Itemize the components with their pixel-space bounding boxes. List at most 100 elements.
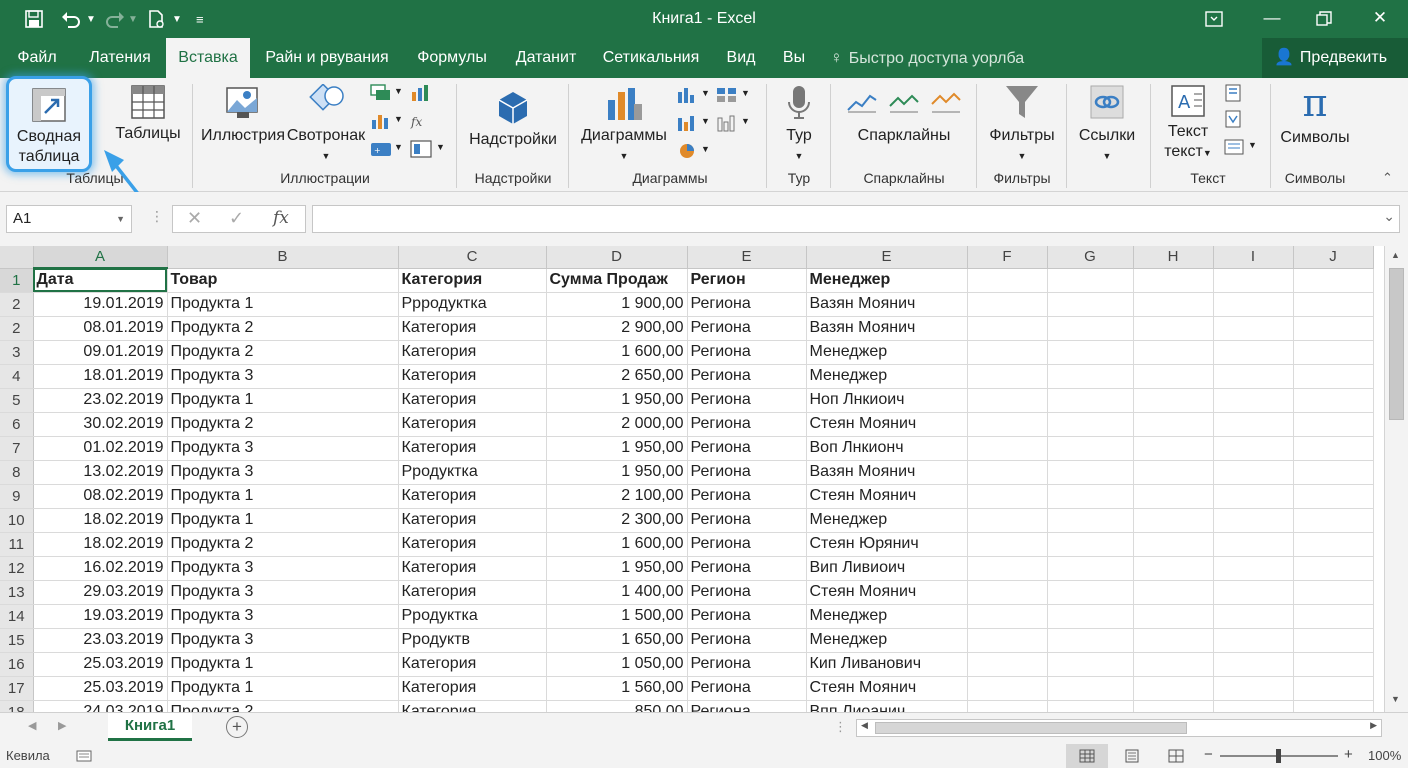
cell[interactable] <box>1213 460 1294 485</box>
cell[interactable] <box>1293 412 1374 437</box>
cell[interactable] <box>967 652 1048 677</box>
cell[interactable]: 2 000,00 <box>546 412 688 437</box>
cell[interactable] <box>1133 268 1214 293</box>
row-header[interactable]: 6 <box>0 412 34 437</box>
save-icon[interactable] <box>24 0 44 38</box>
cell[interactable] <box>1133 676 1214 701</box>
sparkline-winloss-icon[interactable] <box>930 92 962 114</box>
cell[interactable]: Региона <box>687 364 807 389</box>
cell[interactable] <box>1213 556 1294 581</box>
cell[interactable]: Категория <box>398 532 547 557</box>
row-header[interactable]: 10 <box>0 508 34 533</box>
chart-small-dropdown-icon[interactable]: ▼ <box>394 114 403 124</box>
cell[interactable]: Категория <box>398 412 547 437</box>
cell[interactable] <box>1047 580 1134 605</box>
cell[interactable] <box>1133 316 1214 341</box>
formula-input[interactable]: ⌄ <box>312 205 1400 233</box>
sparkline-line-icon[interactable] <box>846 92 878 114</box>
column-header[interactable]: E <box>687 246 807 269</box>
cell[interactable] <box>1047 556 1134 581</box>
cell[interactable]: Категория <box>398 556 547 581</box>
cell[interactable]: Стеян Юрянич <box>806 532 968 557</box>
cell[interactable]: 19.01.2019 <box>33 292 168 317</box>
cell[interactable]: Региона <box>687 436 807 461</box>
tab-extra[interactable]: Вы <box>776 38 812 78</box>
cell[interactable]: 18.01.2019 <box>33 364 168 389</box>
cell[interactable]: Региона <box>687 412 807 437</box>
cell[interactable]: 1 400,00 <box>546 580 688 605</box>
cell[interactable] <box>1293 652 1374 677</box>
cell[interactable]: Продукта 3 <box>167 436 399 461</box>
zoom-in-button[interactable]: + <box>1344 746 1353 763</box>
vertical-scrollbar[interactable]: ▲ ▼ <box>1384 246 1408 712</box>
restore-icon[interactable] <box>1296 0 1352 38</box>
object-dropdown-icon[interactable]: ▼ <box>1248 140 1257 150</box>
redo-icon[interactable] <box>104 0 126 38</box>
cell[interactable]: 18.02.2019 <box>33 508 168 533</box>
scroll-right-icon[interactable]: ▶ <box>1370 720 1377 731</box>
cell[interactable]: Дата <box>33 268 168 293</box>
cell[interactable]: 1 050,00 <box>546 652 688 677</box>
cell[interactable]: Региона <box>687 676 807 701</box>
cell[interactable] <box>1047 340 1134 365</box>
cell[interactable]: 1 900,00 <box>546 292 688 317</box>
scroll-left-icon[interactable]: ◀ <box>861 720 868 731</box>
cell[interactable] <box>1047 268 1134 293</box>
cell[interactable] <box>1047 412 1134 437</box>
worksheet-grid[interactable]: A B C D E E F G H I J 1 Дата Товар Катег… <box>0 246 1380 712</box>
cell[interactable]: 01.02.2019 <box>33 436 168 461</box>
cell[interactable]: Категория <box>398 340 547 365</box>
cell[interactable] <box>1133 652 1214 677</box>
cell[interactable]: 850,00 <box>546 700 688 712</box>
cell[interactable]: Продукта 3 <box>167 556 399 581</box>
cell[interactable] <box>1293 508 1374 533</box>
line-chart-dropdown-icon[interactable]: ▼ <box>741 88 750 98</box>
cell[interactable] <box>1047 364 1134 389</box>
cell[interactable]: Ноп Лнкиоич <box>806 388 968 413</box>
cell[interactable]: Категория <box>398 436 547 461</box>
cell[interactable]: Категория <box>398 484 547 509</box>
tab-review[interactable]: Сетикальния <box>596 38 706 78</box>
cell[interactable]: 25.03.2019 <box>33 676 168 701</box>
cell[interactable]: Рродуктка <box>398 604 547 629</box>
undo-icon[interactable] <box>60 0 82 38</box>
cell[interactable]: 1 950,00 <box>546 556 688 581</box>
cell[interactable]: Впп Лиоанич <box>806 700 968 712</box>
screenshot-icon[interactable]: + <box>370 140 392 158</box>
cell[interactable]: Менеджер <box>806 340 968 365</box>
cell[interactable]: 08.01.2019 <box>33 316 168 341</box>
cell[interactable] <box>1293 676 1374 701</box>
cell[interactable] <box>1293 580 1374 605</box>
cell[interactable]: Региона <box>687 628 807 653</box>
column-header[interactable]: B <box>167 246 399 269</box>
cell[interactable]: Продукта 1 <box>167 508 399 533</box>
cell[interactable] <box>1213 652 1294 677</box>
name-box-dropdown-icon[interactable]: ▼ <box>116 206 125 232</box>
normal-view-button[interactable] <box>1066 744 1108 768</box>
cell[interactable]: Региона <box>687 460 807 485</box>
cell[interactable]: Менеджер <box>806 508 968 533</box>
cell[interactable]: Продукта 3 <box>167 604 399 629</box>
name-box[interactable]: A1 ▼ <box>6 205 132 233</box>
row-header[interactable]: 2 <box>0 292 34 317</box>
cell[interactable] <box>1293 700 1374 712</box>
row-header[interactable]: 5 <box>0 388 34 413</box>
cell[interactable]: Менеджер <box>806 268 968 293</box>
cell[interactable] <box>1293 292 1374 317</box>
cell[interactable] <box>1047 508 1134 533</box>
cell[interactable] <box>1133 340 1214 365</box>
layout-icon[interactable] <box>410 140 432 158</box>
cell[interactable]: Сумма Продаж <box>546 268 688 293</box>
cell[interactable]: Продукта 2 <box>167 412 399 437</box>
cell[interactable] <box>1213 388 1294 413</box>
tab-page-layout[interactable]: Райн и рвувания <box>258 38 396 78</box>
cell[interactable]: 1 600,00 <box>546 340 688 365</box>
enter-icon[interactable]: ✓ <box>229 208 244 229</box>
column-header[interactable]: E <box>806 246 968 269</box>
cell[interactable] <box>967 460 1048 485</box>
cell[interactable]: 2 100,00 <box>546 484 688 509</box>
cell[interactable] <box>1133 604 1214 629</box>
cell[interactable]: Стеян Моянич <box>806 580 968 605</box>
cell[interactable]: Категория <box>398 364 547 389</box>
cell[interactable] <box>967 292 1048 317</box>
